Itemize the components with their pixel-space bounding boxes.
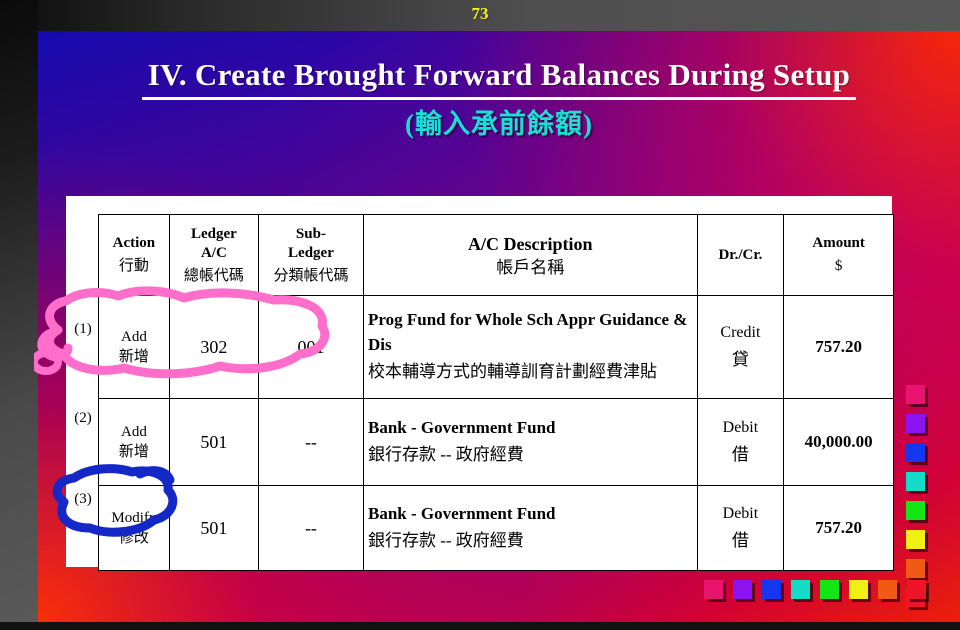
cell-description: Bank - Government Fund 銀行存款 -- 政府經費 [362,398,698,486]
header-description: A/C Description 帳戶名稱 [362,214,698,296]
cell-dr-cr: Debit 借 [696,398,785,486]
cell-description-zh: 銀行存款 -- 政府經費 [367,444,524,464]
header-amount-en: Amount [812,235,865,251]
cell-action-zh: 修改 [118,530,149,546]
header-action-zh: 行動 [118,258,149,274]
slide-root: 73 IV. Create Brought Forward Balances D… [0,0,960,630]
swatch-square [791,580,810,599]
cell-dr-cr: Credit 貸 [696,295,785,399]
cell-amount: 757.20 [783,485,894,571]
cell-action: Add 新增 [98,295,170,399]
header-subledger-line1: Sub- [295,225,326,242]
header-action-en: Action [112,235,156,251]
swatch-square [704,580,723,599]
cell-drcr-zh: 借 [731,530,749,550]
cell-amount: 40,000.00 [783,398,894,486]
header-ledger-zh: 總帳代碼 [183,267,244,284]
cell-sub-ledger: -- [257,398,364,486]
page-number: 73 [471,4,489,23]
swatch-square [878,580,897,599]
cell-description-en: Bank - Government Fund [367,417,556,437]
header-amount: Amount $ [783,214,894,296]
header-action: Action 行動 [98,214,170,296]
swatch-square [906,385,925,404]
cell-description-en: Prog Fund for Whole Sch Appr Guidance & … [367,310,688,354]
swatch-square [906,530,925,549]
header-ledger-line1: Ledger [190,225,237,242]
bottom-frame-bar [0,622,960,630]
header-ledger-line2: A/C [200,244,227,261]
swatch-square [820,580,839,599]
cell-description: Prog Fund for Whole Sch Appr Guidance & … [362,295,698,399]
cell-action: Add 新增 [98,398,170,486]
cell-drcr-zh: 借 [731,444,749,464]
cell-action: Modify 修改 [98,485,170,571]
header-sub-ledger: Sub- Ledger 分類帳代碼 [257,214,364,296]
cell-drcr-en: Debit [722,418,759,436]
cell-action-zh: 新增 [118,349,149,365]
swatch-square [906,443,925,462]
cell-action-en: Add [120,329,147,345]
swatch-square [733,580,752,599]
cell-description-en: Bank - Government Fund [367,503,556,523]
table-row: Modify 修改 501 -- Bank - Government Fund … [98,485,894,571]
cell-ledger-ac: 501 [168,485,259,571]
cell-drcr-zh: 貸 [731,349,749,369]
cell-drcr-en: Debit [722,504,759,522]
swatch-square [849,580,868,599]
header-description-en: A/C Description [468,233,593,254]
swatch-square [906,414,925,433]
cell-drcr-en: Credit [720,323,761,341]
page-title: IV. Create Brought Forward Balances Duri… [141,55,857,100]
swatch-square [906,501,925,520]
page-subtitle-chinese: (輸入承前餘額) [405,109,593,139]
title-block: IV. Create Brought Forward Balances Duri… [38,55,960,140]
table-row: Add 新增 302 001 Prog Fund for Whole Sch A… [98,295,894,399]
cell-description-zh: 校本輔導方式的輔導訓育計劃經費津貼 [367,362,657,381]
cell-ledger-ac: 501 [168,398,259,486]
cell-dr-cr: Debit 借 [696,485,785,571]
cell-action-en: Add [120,424,147,440]
cell-description: Bank - Government Fund 銀行存款 -- 政府經費 [362,485,698,571]
header-dr-cr: Dr./Cr. [696,214,785,296]
table-row: Add 新增 501 -- Bank - Government Fund 銀行存… [98,398,894,486]
left-frame-bar [0,0,38,630]
swatch-square [906,472,925,491]
cell-action-zh: 新增 [118,444,149,460]
header-amount-currency: $ [834,258,843,274]
swatch-square [907,580,926,599]
swatch-square [906,559,925,578]
cell-description-zh: 銀行存款 -- 政府經費 [367,530,524,550]
header-ledger-ac: Ledger A/C 總帳代碼 [168,214,259,296]
swatch-square [762,580,781,599]
cell-sub-ledger: 001 [257,295,364,399]
brought-forward-balances-table: Action 行動 Ledger A/C 總帳代碼 Sub- Ledger 分類… [98,214,894,571]
cell-action-en: Modify [111,510,157,526]
cell-amount: 757.20 [783,295,894,399]
header-subledger-line2: Ledger [288,244,334,261]
header-description-zh: 帳戶名稱 [496,257,565,277]
table-header-row: Action 行動 Ledger A/C 總帳代碼 Sub- Ledger 分類… [98,214,894,296]
cell-sub-ledger: -- [257,485,364,571]
header-subledger-zh: 分類帳代碼 [273,267,349,284]
cell-ledger-ac: 302 [168,295,259,399]
header-drcr-en: Dr./Cr. [718,246,763,263]
